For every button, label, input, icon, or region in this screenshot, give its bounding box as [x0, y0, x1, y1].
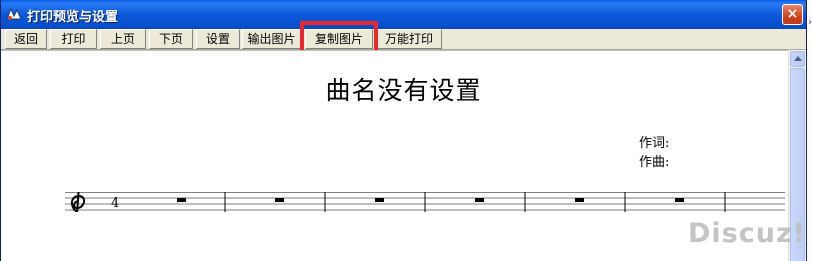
back-button[interactable]: 返回 [5, 29, 47, 49]
next-page-button[interactable]: 下页 [149, 29, 193, 49]
song-title: 曲名没有设置 [325, 76, 482, 105]
print-preview-window: 打印预览与设置 × 返回 打印 上页 下页 设置 输出图片 复制图片 万能打印 … [0, 0, 807, 261]
window-title: 打印预览与设置 [27, 10, 119, 25]
close-icon: × [786, 6, 799, 22]
chevron-right-icon: › [808, 17, 812, 28]
desktop-edge [807, 0, 813, 261]
print-button[interactable]: 打印 [50, 29, 97, 49]
time-signature: 4 [111, 196, 119, 211]
music-staff: 4 [65, 192, 785, 212]
scroll-up-arrow-icon[interactable] [790, 51, 805, 67]
lyricist-label: 作词: [639, 136, 670, 151]
export-image-button[interactable]: 输出图片 [242, 29, 301, 49]
treble-clef-icon [71, 192, 85, 212]
universal-print-button[interactable]: 万能打印 [376, 29, 442, 49]
app-icon [6, 7, 22, 20]
title-bar[interactable]: 打印预览与设置 × [1, 0, 806, 29]
settings-button[interactable]: 设置 [196, 29, 240, 49]
discuz-watermark: Discuz! [688, 218, 806, 249]
close-button[interactable]: × [782, 4, 803, 25]
composer-label: 作曲: [639, 155, 670, 170]
toolbar: 返回 打印 上页 下页 设置 输出图片 复制图片 万能打印 [1, 29, 806, 50]
measure-rests [177, 198, 684, 202]
copy-image-button[interactable]: 复制图片 [305, 29, 373, 49]
previous-page-button[interactable]: 上页 [100, 29, 146, 49]
